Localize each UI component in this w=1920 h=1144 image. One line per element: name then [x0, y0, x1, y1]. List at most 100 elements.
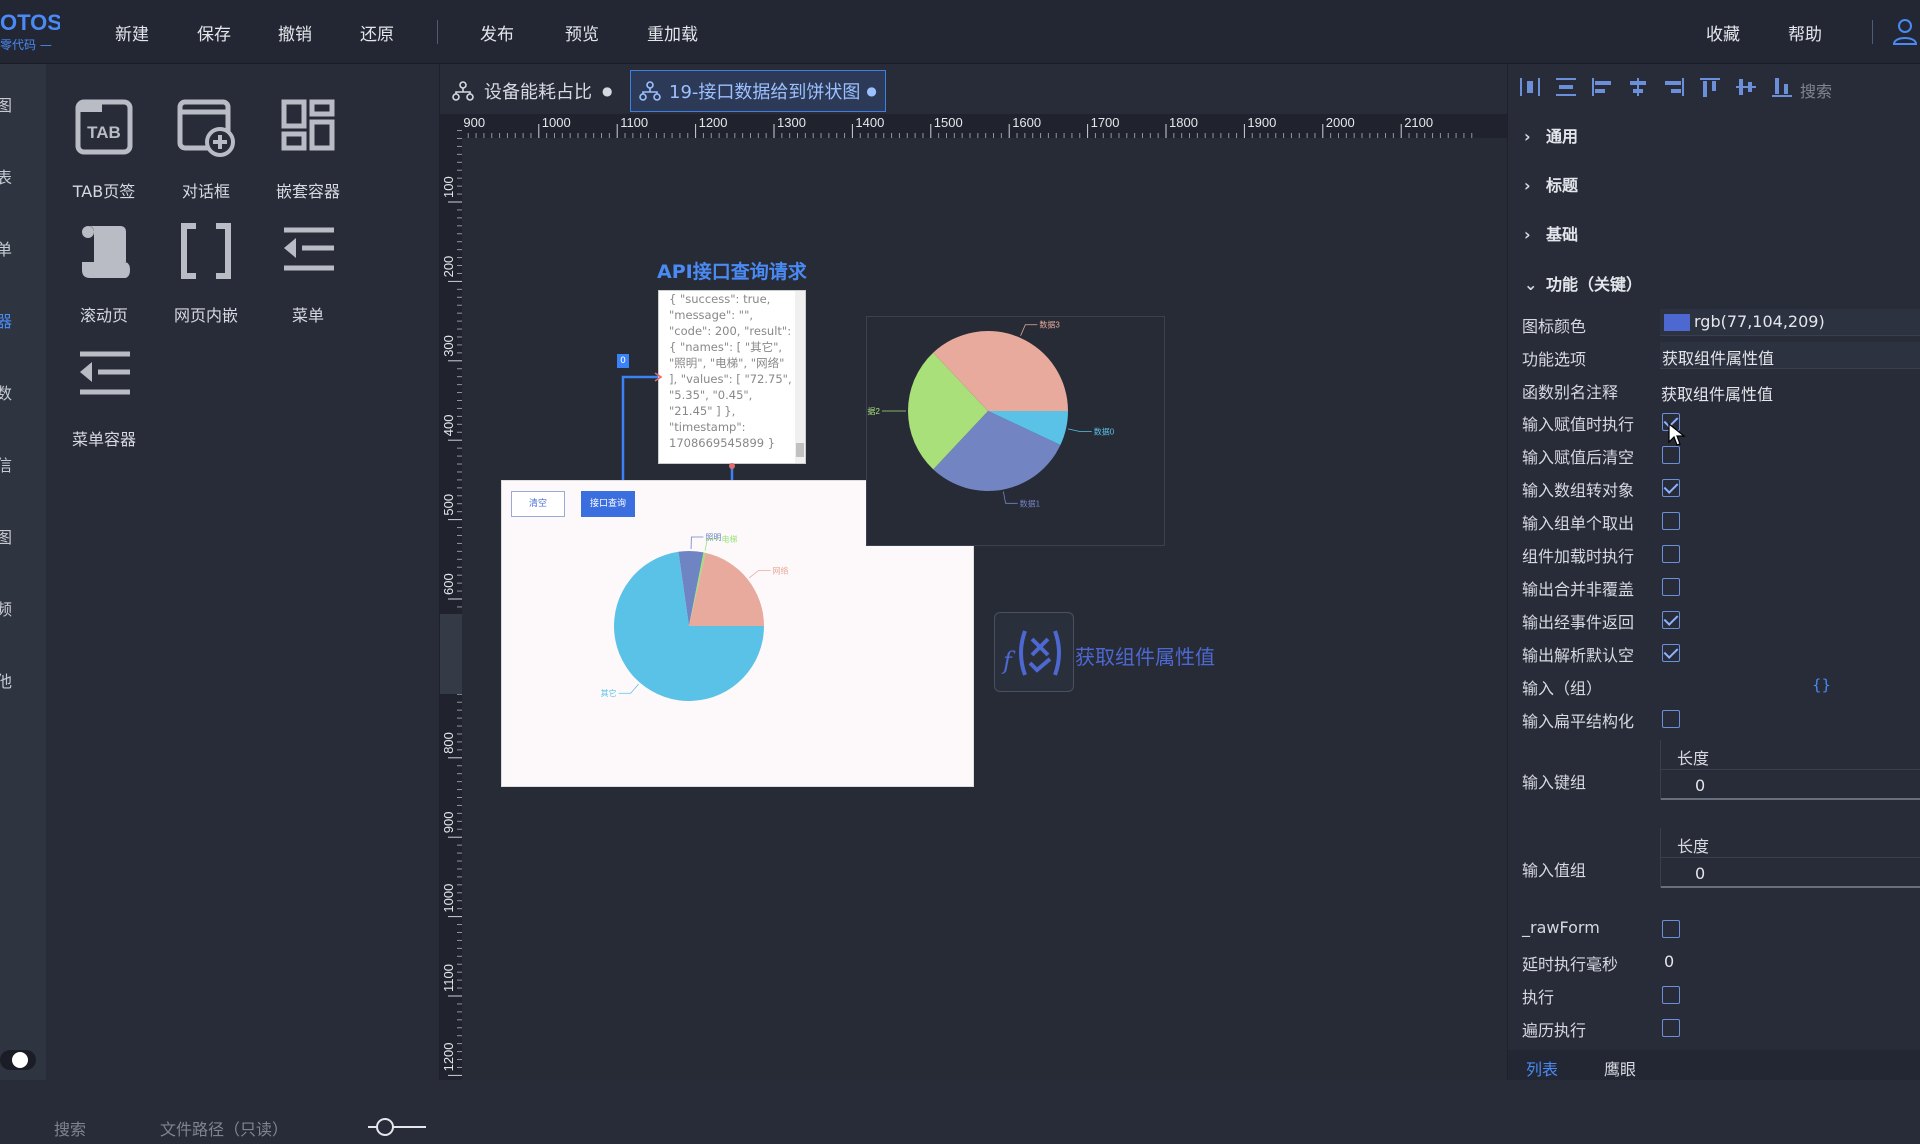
delay-value[interactable]: 0 [1664, 952, 1674, 971]
ruler-label: 300 [441, 335, 456, 357]
component-label: TAB页签 [72, 182, 136, 201]
align-middle-icon[interactable] [1734, 76, 1758, 98]
palette-footer: 搜索 文件路径（只读） [46, 1110, 440, 1144]
zoom-slider-handle[interactable] [376, 1118, 394, 1136]
distribute-vertical-icon[interactable] [1554, 76, 1578, 98]
svg-text:f: f [1001, 647, 1016, 675]
component-label: 网页内嵌 [173, 306, 238, 325]
chevron-down-icon: ⌄ [1524, 275, 1538, 294]
user-icon[interactable] [1890, 16, 1920, 46]
input-group-value[interactable]: {} [1812, 676, 1831, 694]
align-right-icon[interactable] [1662, 76, 1686, 98]
alias-value[interactable]: 获取组件属性值 [1661, 381, 1773, 405]
reload-button[interactable]: 重加载 [647, 20, 698, 45]
values-length-table[interactable]: 长度 0 [1660, 828, 1920, 888]
undo-button[interactable]: 撤销 [278, 20, 312, 45]
component-menu[interactable]: 菜单 [258, 218, 358, 328]
ruler-label: 2100 [1404, 115, 1433, 130]
top-toolbar: OTOS 零代码 — 新建 保存 撤销 还原 发布 预览 重加载 收藏 帮助 [0, 0, 1920, 64]
component-iframe[interactable]: 网页内嵌 [156, 218, 256, 328]
ruler-highlight [440, 614, 462, 694]
check-label: 输出解析默认空 [1522, 646, 1635, 665]
distribute-horizontal-icon[interactable] [1518, 76, 1542, 98]
toolbar-divider [437, 20, 438, 44]
component-tab[interactable]: TAB TAB页签 [54, 94, 154, 204]
exec-on-load-checkbox[interactable] [1662, 545, 1680, 563]
file-path-field: 文件路径（只读） [160, 1120, 289, 1139]
rail-item[interactable]: 信 [0, 452, 46, 482]
tab-eagle-eye[interactable]: 鹰眼 [1604, 1056, 1636, 1080]
flow-icon [639, 81, 661, 101]
rail-item[interactable]: 单 [0, 236, 46, 266]
keys-length-value[interactable]: 0 [1695, 776, 1705, 795]
rail-item[interactable]: 数 [0, 380, 46, 410]
align-left-icon[interactable] [1590, 76, 1614, 98]
color-swatch[interactable] [1664, 314, 1690, 331]
length-header: 长度 [1661, 740, 1920, 770]
favorite-button[interactable]: 收藏 [1706, 20, 1740, 45]
chevron-right-icon: › [1524, 176, 1531, 195]
function-node[interactable]: f [994, 612, 1074, 692]
port-badge[interactable]: 0 [617, 354, 629, 368]
keys-length-table[interactable]: 长度 0 [1660, 740, 1920, 800]
ruler-label: 1800 [1169, 115, 1198, 130]
component-dialog[interactable]: 对话框 [156, 94, 256, 204]
component-nested-container[interactable]: 嵌套容器 [258, 94, 358, 204]
grid-container-icon [281, 99, 335, 151]
toggle-switch[interactable] [0, 1044, 40, 1074]
preview-button[interactable]: 预览 [565, 20, 599, 45]
parse-default-empty-checkbox[interactable] [1662, 644, 1680, 662]
ruler-label: 1200 [699, 115, 728, 130]
section-basic[interactable]: › 基础 [1524, 221, 1578, 245]
align-bottom-icon[interactable] [1770, 76, 1794, 98]
tab-device-energy[interactable]: 设备能耗占比 ● [444, 70, 620, 112]
property-search-input[interactable]: 搜索 [1800, 78, 1832, 102]
single-take-checkbox[interactable] [1662, 512, 1680, 530]
merge-output-checkbox[interactable] [1662, 578, 1680, 596]
section-title[interactable]: › 标题 [1524, 172, 1578, 196]
func-option-select[interactable]: 获取组件属性值 [1660, 342, 1920, 369]
rail-item[interactable]: 他 [0, 668, 46, 698]
flatten-checkbox[interactable] [1662, 710, 1680, 728]
check-label: 输出经事件返回 [1522, 613, 1635, 632]
loop-exec-checkbox[interactable] [1662, 1019, 1680, 1037]
rawform-checkbox[interactable] [1662, 920, 1680, 938]
svg-text:TAB: TAB [87, 123, 121, 142]
rail-item[interactable]: 表 [0, 164, 46, 194]
clear-after-assign-checkbox[interactable] [1662, 446, 1680, 464]
mouse-cursor-icon [1668, 423, 1686, 446]
rail-item-container[interactable]: 器 [0, 308, 46, 338]
component-scroll-page[interactable]: 滚动页 [54, 218, 154, 328]
event-return-checkbox[interactable] [1662, 611, 1680, 629]
rail-item[interactable]: 图 [0, 524, 46, 554]
pie-label: 数据2 [867, 406, 881, 416]
new-button[interactable]: 新建 [115, 20, 149, 45]
ruler-label: 100 [441, 176, 456, 198]
tab-list[interactable]: 列表 [1526, 1056, 1558, 1080]
design-canvas[interactable]: API接口查询请求 { "success": true, "message": … [462, 138, 1507, 1080]
exec-checkbox[interactable] [1662, 986, 1680, 1004]
ruler-label: 2000 [1326, 115, 1355, 130]
align-top-icon[interactable] [1698, 76, 1722, 98]
help-button[interactable]: 帮助 [1788, 20, 1822, 45]
redo-button[interactable]: 还原 [360, 20, 394, 45]
tab-api-pie[interactable]: 19-接口数据给到饼状图 ● [630, 70, 886, 112]
section-general[interactable]: › 通用 [1524, 123, 1578, 147]
section-function[interactable]: ⌄ 功能（关键） [1524, 271, 1642, 295]
pie-chart-secondary[interactable]: 数据0 数据1 数据2 数据3 [867, 317, 1166, 547]
horizontal-ruler: 8009001000110012001300140015001600170018… [462, 114, 1507, 138]
component-label: 菜单容器 [71, 430, 136, 449]
save-button[interactable]: 保存 [197, 20, 231, 45]
array-to-object-checkbox[interactable] [1662, 479, 1680, 497]
rail-item[interactable]: 频 [0, 596, 46, 626]
publish-button[interactable]: 发布 [480, 20, 514, 45]
align-center-icon[interactable] [1626, 76, 1650, 98]
component-menu-container[interactable]: 菜单容器 [54, 342, 154, 452]
palette-search-input[interactable]: 搜索 [54, 1116, 86, 1140]
pie-card-dark[interactable]: 数据0 数据1 数据2 数据3 [866, 316, 1165, 546]
rail-item[interactable]: 图 [0, 92, 46, 122]
icon-color-field[interactable]: rgb(77,104,209) [1660, 309, 1920, 336]
component-label: 菜单 [291, 306, 324, 325]
app-logo[interactable]: OTOS 零代码 — [0, 10, 60, 54]
values-length-value[interactable]: 0 [1695, 864, 1705, 883]
